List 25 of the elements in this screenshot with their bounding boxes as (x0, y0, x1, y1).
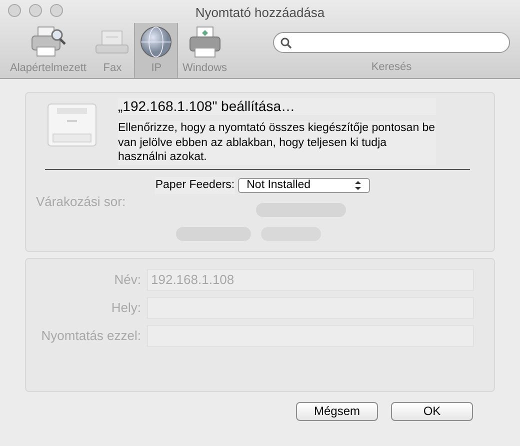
window-control-button[interactable] (50, 4, 63, 17)
printer-icon (186, 25, 223, 59)
window-title: Nyomtató hozzáadása (195, 4, 325, 22)
option-label: Paper Feeders: (155, 176, 235, 194)
toolbar-button[interactable]: IP (134, 23, 178, 78)
option-select[interactable]: Not Installed (238, 178, 370, 193)
search-label: Keresés (371, 60, 412, 75)
updown-arrows-icon (354, 180, 361, 190)
search-field[interactable] (273, 32, 510, 53)
toolbar-button[interactable]: Alapértelmezett (6, 23, 90, 78)
toolbar-button[interactable]: Windows (178, 23, 232, 78)
globe-icon (139, 25, 174, 59)
dialog-button[interactable]: OK (391, 402, 473, 421)
window-control-button[interactable] (29, 4, 42, 17)
sheet-message: Ellenőrizze, hogy a nyomtató összes kiegészítője pontosan be van jelölve ebben az ablakban, hogy teljesen ki tudja használni azokat. (118, 121, 436, 164)
search-icon (280, 36, 292, 48)
window-control-button[interactable] (8, 4, 21, 17)
field-label: Hely: (110, 299, 141, 317)
field-label: Várakozási sor: (36, 193, 126, 211)
name-field: 192.168.1.108 (147, 269, 474, 291)
field-label: Nyomtatás ezzel: (40, 327, 141, 345)
toolbar-button[interactable]: Fax (90, 23, 134, 78)
field-label: Név: (113, 271, 141, 289)
dialog-button[interactable]: Mégsem (296, 402, 378, 421)
sheet-title: „192.168.1.108" beállítása… (118, 98, 436, 115)
